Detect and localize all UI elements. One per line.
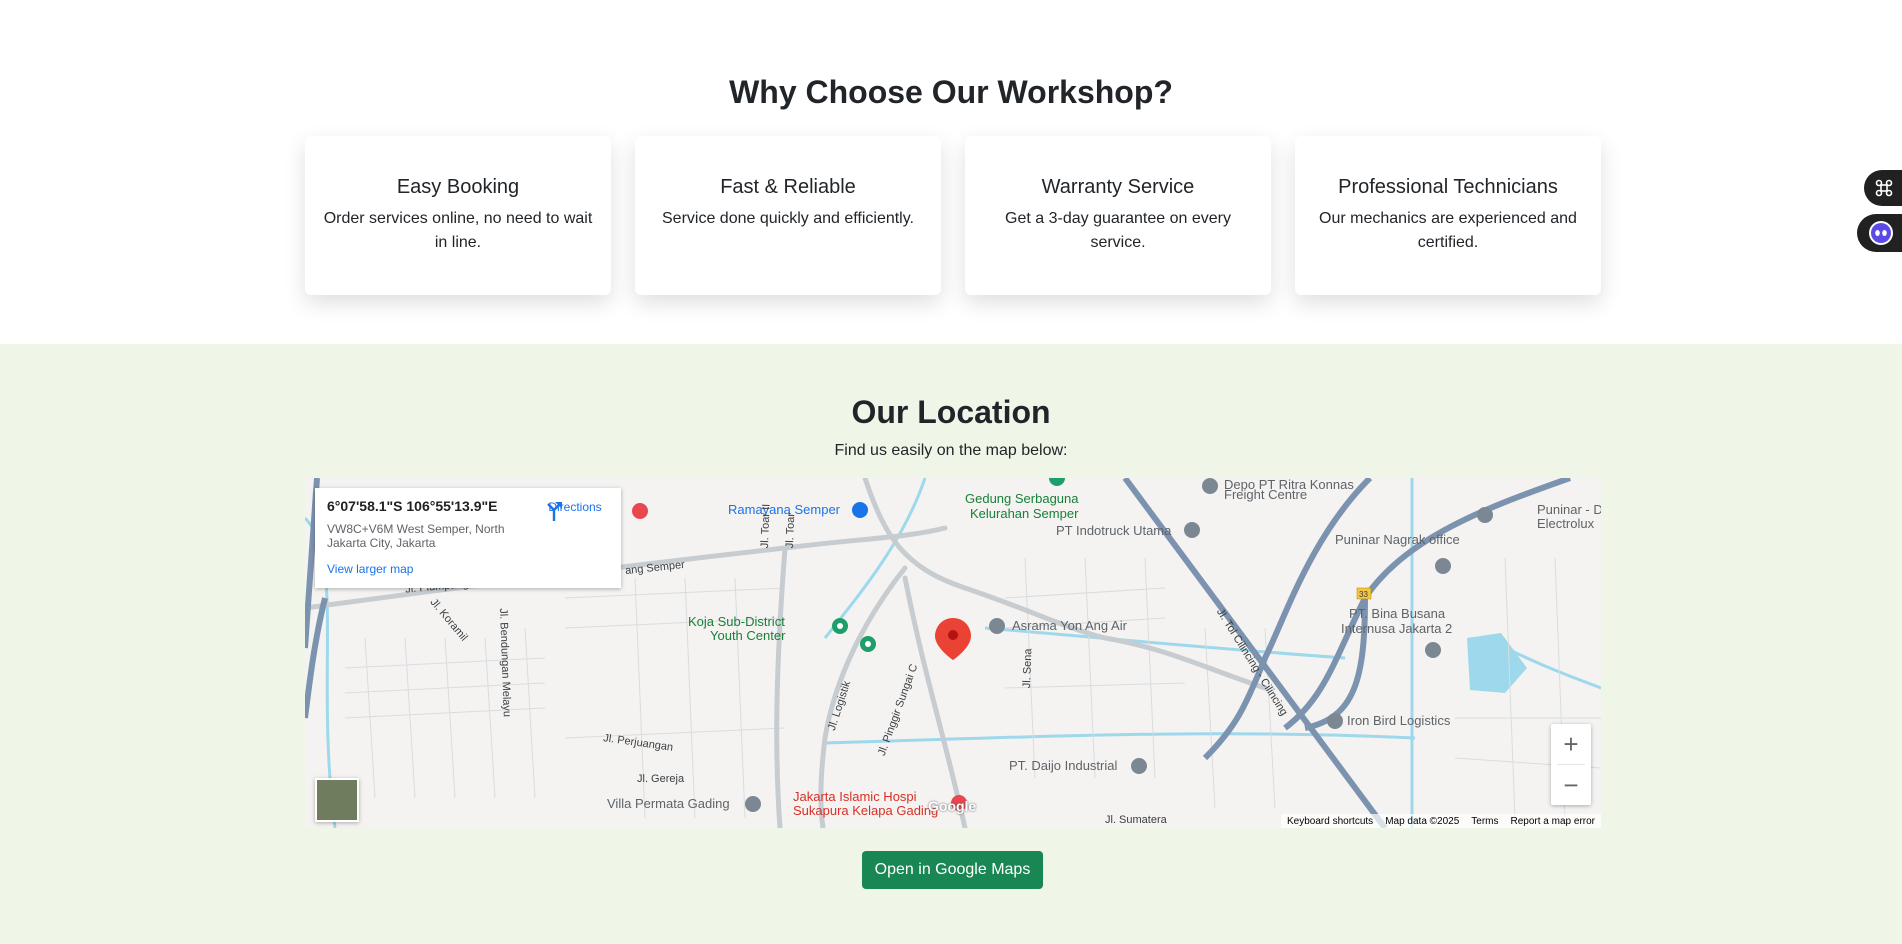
card-text: Order services online, no need to wait i… [323, 210, 593, 251]
card-title: Easy Booking [396, 176, 520, 198]
map-label: Puninar Nagrak office [1335, 532, 1460, 547]
map-label: Internusa Jakarta 2 [1341, 621, 1453, 636]
why-choose-section: Why Choose Our Workshop? Easy Booking Or… [0, 0, 1902, 344]
map-label: Koja Sub-District [688, 614, 785, 629]
open-google-maps-button[interactable]: Open in Google Maps [862, 851, 1043, 889]
terms-link[interactable]: Terms [1471, 816, 1498, 827]
map-label: Villa Permata Gading [607, 796, 730, 811]
report-error-link[interactable]: Report a map error [1511, 816, 1595, 827]
map-address: VW8C+V6M West Semper, North Jakarta City… [327, 522, 505, 550]
map-label: Freight Centre [1224, 487, 1308, 502]
card-title: Warranty Service [1041, 176, 1195, 198]
feature-cards: Easy Booking Order services online, no n… [305, 136, 1601, 295]
feature-card-warranty: Warranty Service Get a 3-day guarantee o… [965, 136, 1271, 295]
directions-icon [547, 502, 562, 521]
feature-card-technicians: Professional Technicians Our mechanics a… [1295, 136, 1601, 295]
satellite-toggle[interactable] [315, 778, 359, 822]
embedded-map[interactable]: Ramayana Semper Gedung Serbaguna Kelurah… [305, 478, 1601, 828]
map-label: Sukapura Kelapa Gading [793, 803, 939, 818]
map-label: PT. Bina Busana [1349, 606, 1446, 621]
map-label: Electrolux [1537, 516, 1595, 531]
map-data-text: Map data ©2025 [1385, 815, 1460, 827]
command-button[interactable] [1864, 170, 1902, 206]
section-title: Why Choose Our Workshop? [729, 74, 1173, 110]
map-attribution: Keyboard shortcuts Map data ©2025 Terms … [1281, 814, 1601, 828]
map-label: Gedung Serbaguna [965, 491, 1079, 506]
road-label: Jl. Toar [783, 512, 798, 549]
section-subtitle: Find us easily on the map below: [834, 442, 1068, 459]
card-title: Professional Technicians [1338, 176, 1558, 198]
keyboard-shortcuts-link[interactable]: Keyboard shortcuts [1287, 816, 1373, 827]
road-label: Jl. Toar II [758, 503, 773, 549]
command-icon [1875, 179, 1893, 197]
map-label: Iron Bird Logistics [1347, 713, 1451, 728]
card-title: Fast & Reliable [720, 176, 856, 198]
road-label: Jl. Gereja [637, 773, 685, 785]
map-label: PT Indotruck Utama [1056, 523, 1172, 538]
map-label: Puninar - D [1537, 502, 1601, 517]
card-text: Service done quickly and efficiently. [662, 210, 914, 227]
view-larger-map-link[interactable]: View larger map [327, 562, 413, 576]
map-info-card: 6°07'58.1"S 106°55'13.9"E VW8C+V6M West … [315, 488, 621, 588]
map-label: Youth Center [710, 628, 786, 643]
zoom-out-button[interactable]: − [1551, 765, 1591, 805]
map-label: Kelurahan Semper [970, 506, 1079, 521]
route-badge: 33 [1359, 590, 1368, 599]
map-label: Jakarta Islamic Hospi [793, 789, 917, 804]
card-text: Get a 3-day guarantee on every service. [1005, 210, 1231, 251]
map-label: Asrama Yon Ang Air [1012, 618, 1127, 633]
feature-card-fast-reliable: Fast & Reliable Service done quickly and… [635, 136, 941, 295]
feature-card-easy-booking: Easy Booking Order services online, no n… [305, 136, 611, 295]
road-label: Jl. Sena [1020, 648, 1035, 689]
bot-face-icon [1869, 221, 1893, 245]
google-logo: Google [928, 798, 977, 814]
zoom-in-button[interactable]: + [1551, 724, 1591, 764]
card-text: Our mechanics are experienced and certif… [1319, 210, 1577, 251]
road-label: Jl. Sumatera [1105, 814, 1167, 826]
map-label: PT. Daijo Industrial [1009, 758, 1118, 773]
map-zoom-controls: + − [1551, 724, 1591, 805]
directions-button[interactable]: Directions [543, 500, 607, 521]
assistant-button[interactable] [1857, 214, 1902, 252]
section-title: Our Location [851, 394, 1051, 430]
